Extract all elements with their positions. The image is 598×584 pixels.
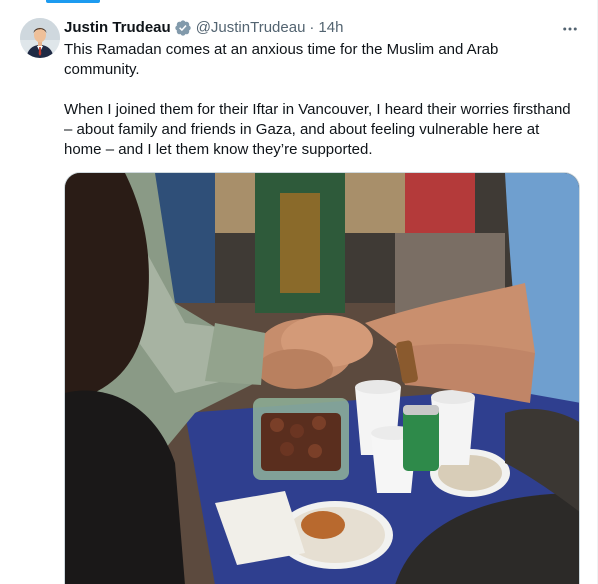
tweet-paragraph-1: This Ramadan comes at an anxious time fo…: [64, 41, 499, 78]
tweet-frame: Justin Trudeau @JustinTrudeau · 14h This…: [0, 0, 598, 584]
tweet-paragraph-2: When I joined them for their Iftar in Va…: [64, 101, 571, 158]
post-timestamp[interactable]: 14h: [318, 18, 343, 38]
author-handle[interactable]: @JustinTrudeau: [196, 18, 306, 38]
tweet-photo[interactable]: [64, 172, 580, 584]
verified-badge-icon[interactable]: [174, 19, 192, 37]
tweet-text: This Ramadan comes at an anxious time fo…: [64, 40, 574, 160]
header-separator: ·: [309, 19, 315, 36]
more-options-button[interactable]: [559, 18, 581, 40]
photo-image: [65, 173, 579, 584]
avatar-image: [20, 18, 60, 58]
more-horizontal-icon: [563, 27, 577, 31]
author-name[interactable]: Justin Trudeau: [64, 18, 171, 38]
avatar[interactable]: [20, 18, 60, 58]
active-tab-indicator: [46, 0, 100, 3]
tweet-header: Justin Trudeau @JustinTrudeau · 14h: [64, 17, 343, 39]
